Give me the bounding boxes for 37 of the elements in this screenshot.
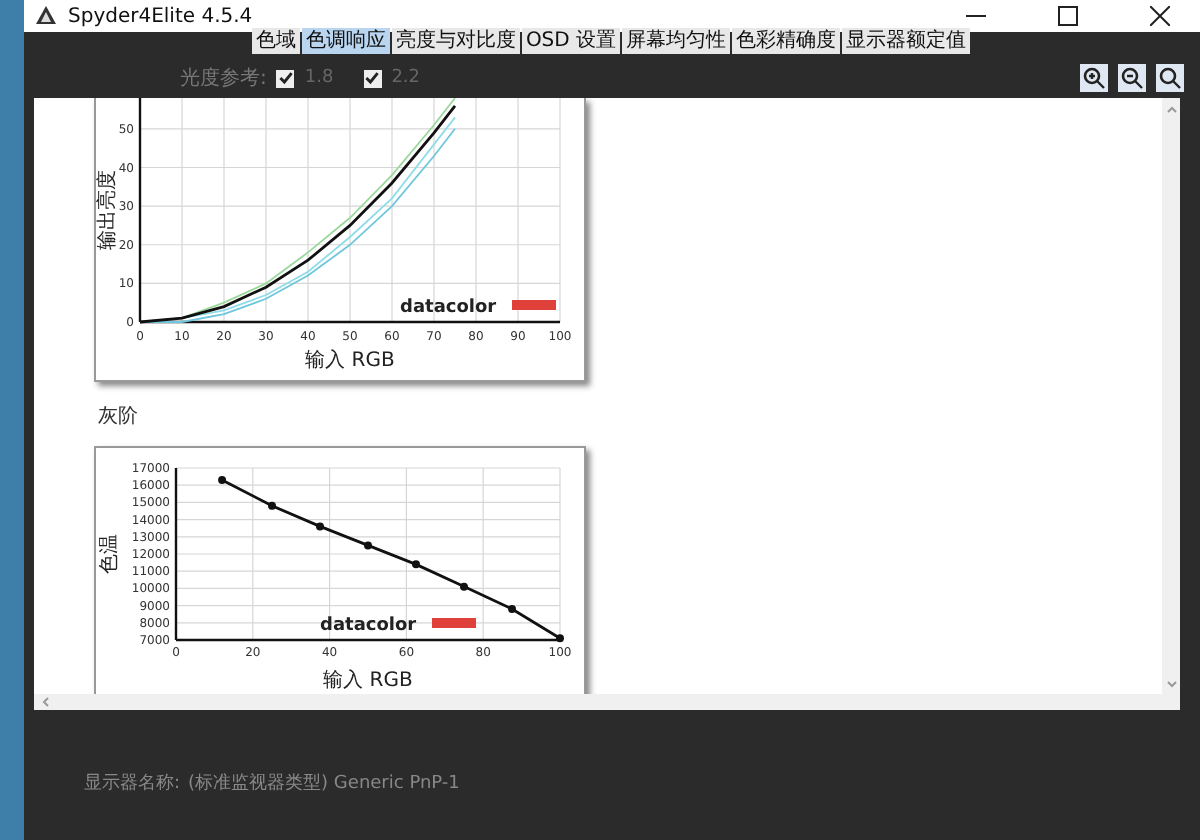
logo-bar — [432, 618, 476, 628]
data-point — [460, 582, 468, 591]
tab[interactable]: 色彩精确度 — [732, 28, 841, 54]
checkbox[interactable] — [363, 69, 382, 87]
zoom-in-icon[interactable] — [1080, 64, 1108, 92]
data-point — [412, 560, 420, 569]
tab[interactable]: 亮度与对比度 — [391, 28, 520, 54]
horizontal-scrollbar[interactable] — [34, 694, 1162, 710]
checkbox-label: 2.2 — [391, 68, 421, 88]
zoom-reset-icon[interactable] — [1156, 64, 1184, 92]
logo-bar — [512, 300, 556, 310]
logo-text: datacolor — [320, 616, 417, 636]
checkbox-label: 1.8 — [304, 68, 334, 88]
reference-label: 光度参考: — [180, 65, 267, 92]
logo-text: datacolor — [400, 298, 497, 318]
data-point — [316, 522, 324, 531]
data-point — [508, 605, 516, 614]
checkbox[interactable] — [276, 69, 295, 87]
tab[interactable]: 色调响应 — [301, 28, 390, 54]
app-icon — [36, 6, 56, 26]
display-name-value: (标准监视器类型) Generic PnP-1 — [188, 771, 460, 796]
tab[interactable]: 显示器额定值 — [842, 28, 971, 54]
window-title: Spyder4Elite 4.5.4 — [68, 5, 255, 27]
data-point — [556, 634, 564, 643]
data-point — [218, 476, 227, 485]
tab[interactable]: OSD 设置 — [521, 28, 621, 54]
axis-title: 色温 — [99, 534, 122, 574]
zoom-out-icon[interactable] — [1118, 64, 1146, 92]
data-point — [364, 541, 372, 550]
axis-title: 输出亮度 — [97, 170, 120, 250]
axis-title: 输入 RGB — [323, 670, 413, 692]
tab[interactable]: 色域 — [251, 28, 300, 54]
tab[interactable]: 屏幕均匀性 — [622, 28, 731, 54]
display-name-label: 显示器名称: — [84, 771, 181, 796]
data-point — [268, 501, 276, 510]
axis-title: 输入 RGB — [305, 350, 395, 372]
section-heading: 灰阶 — [98, 404, 140, 430]
